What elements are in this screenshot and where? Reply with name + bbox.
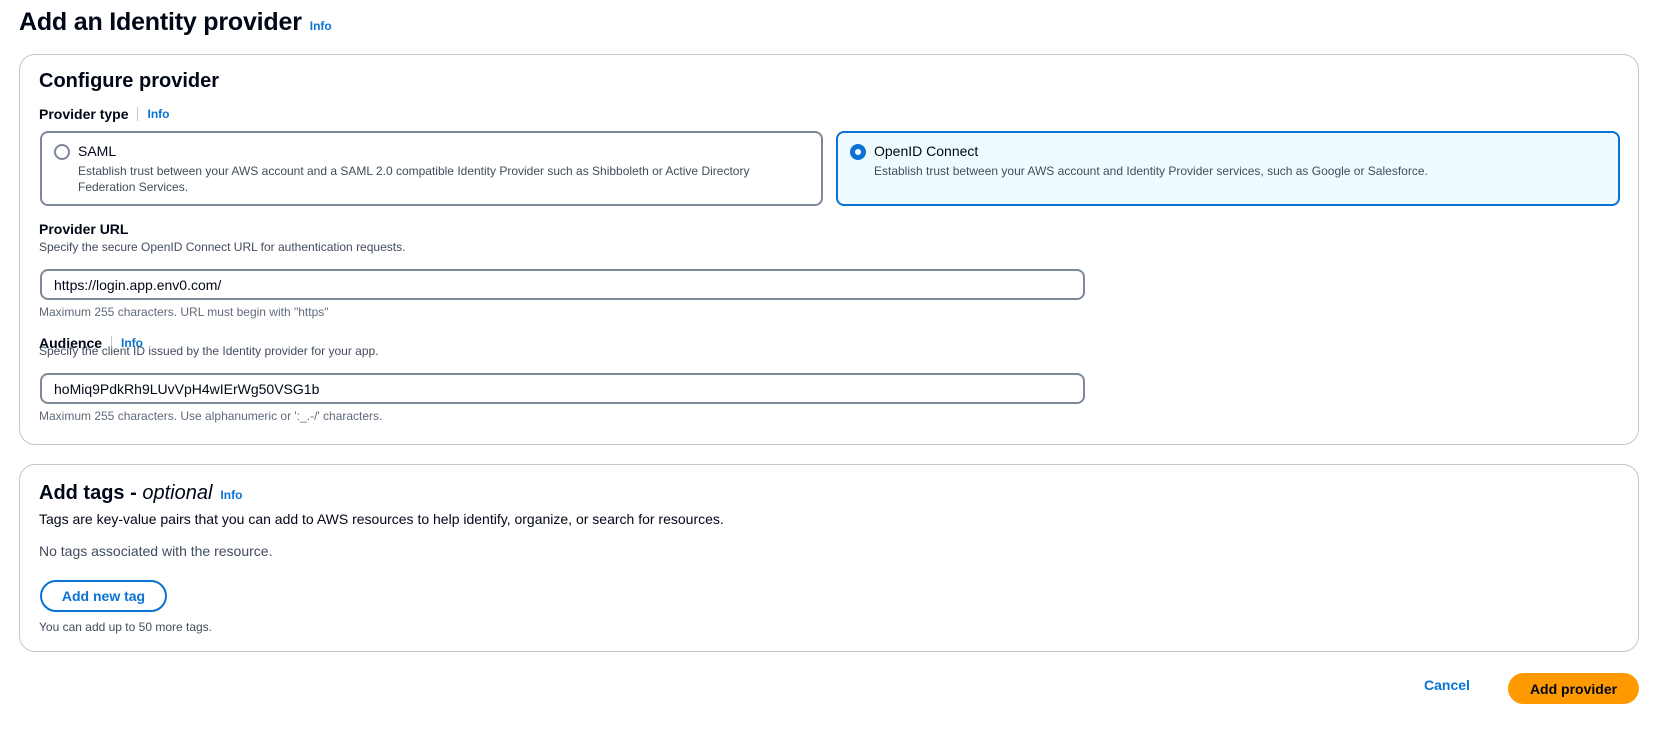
saml-radio[interactable] bbox=[54, 144, 70, 160]
provider-url-constraint: Maximum 255 characters. URL must begin w… bbox=[39, 305, 329, 319]
cancel-button[interactable]: Cancel bbox=[1424, 677, 1470, 693]
tags-description: Tags are key-value pairs that you can ad… bbox=[39, 511, 724, 527]
provider-url-label: Provider URL bbox=[39, 221, 129, 237]
add-new-tag-button[interactable]: Add new tag bbox=[40, 580, 167, 612]
provider-type-saml-tile[interactable]: SAML Establish trust between your AWS ac… bbox=[40, 131, 823, 206]
add-provider-button[interactable]: Add provider bbox=[1508, 673, 1639, 704]
provider-url-description: Specify the secure OpenID Connect URL fo… bbox=[39, 240, 406, 254]
add-tags-header: Add tags - optional Info bbox=[39, 482, 242, 505]
page-header: Add an Identity provider Info bbox=[19, 8, 332, 37]
tags-empty-message: No tags associated with the resource. bbox=[39, 543, 273, 559]
provider-type-oidc-tile[interactable]: OpenID Connect Establish trust between y… bbox=[836, 131, 1620, 206]
saml-label: SAML bbox=[78, 143, 117, 159]
saml-description: Establish trust between your AWS account… bbox=[78, 164, 750, 194]
audience-description: Specify the client ID issued by the Iden… bbox=[39, 344, 379, 358]
optional-label: optional bbox=[142, 482, 213, 504]
audience-input[interactable] bbox=[40, 373, 1085, 404]
provider-type-label-row: Provider type Info bbox=[39, 106, 169, 122]
oidc-label: OpenID Connect bbox=[874, 143, 979, 159]
page-title: Add an Identity provider bbox=[19, 8, 302, 36]
add-tags-panel: Add tags - optional Info Tags are key-va… bbox=[19, 464, 1639, 652]
audience-constraint: Maximum 255 characters. Use alphanumeric… bbox=[39, 409, 383, 423]
provider-type-label: Provider type bbox=[39, 106, 129, 122]
add-tags-title: Add tags - optional bbox=[39, 482, 213, 504]
add-tags-info-link[interactable]: Info bbox=[220, 488, 242, 502]
oidc-description: Establish trust between your AWS account… bbox=[874, 164, 1428, 178]
provider-type-info-link[interactable]: Info bbox=[147, 107, 169, 121]
tags-limit-note: You can add up to 50 more tags. bbox=[39, 620, 213, 634]
oidc-radio[interactable] bbox=[850, 144, 866, 160]
configure-provider-title: Configure provider bbox=[39, 70, 220, 92]
configure-provider-panel: Configure provider Provider type Info SA… bbox=[19, 54, 1639, 445]
page-info-link[interactable]: Info bbox=[310, 19, 332, 33]
label-divider bbox=[137, 107, 139, 121]
provider-url-input[interactable] bbox=[40, 269, 1085, 300]
